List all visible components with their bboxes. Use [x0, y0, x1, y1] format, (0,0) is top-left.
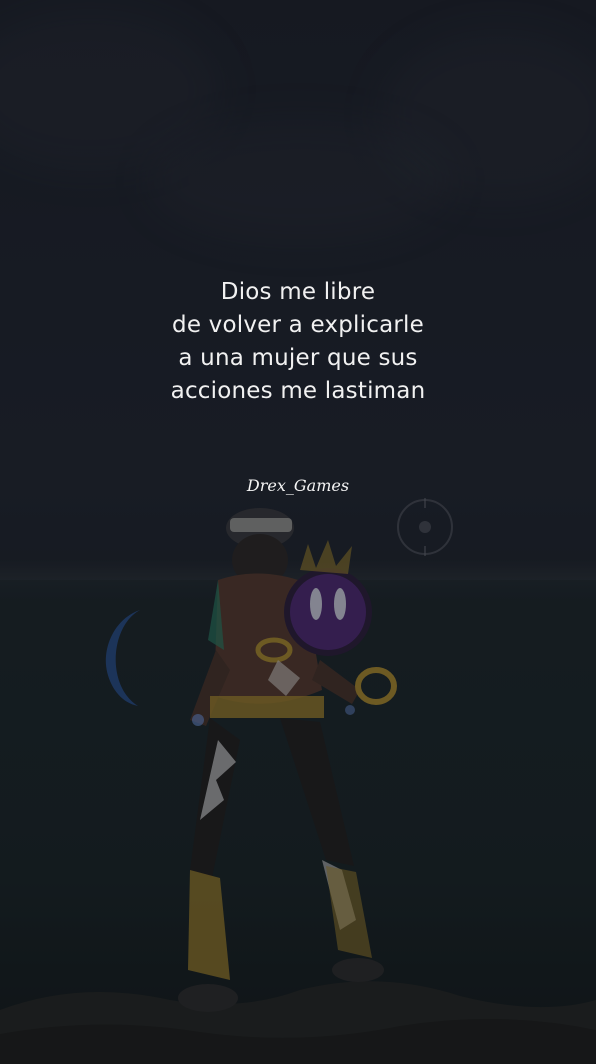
watermark-signature: Drex_Games [246, 476, 350, 495]
quote-line: Dios me libre [220, 279, 376, 305]
quote-line: de volver a explicarle [172, 312, 424, 338]
quote-line: acciones me lastiman [170, 378, 426, 404]
dim-overlay [0, 0, 596, 1064]
quote-text: Dios me libre de volver a explicarle a u… [98, 276, 498, 408]
wallpaper-scene: Dios me libre de volver a explicarle a u… [0, 0, 596, 1064]
quote-line: a una mujer que sus [178, 345, 418, 371]
